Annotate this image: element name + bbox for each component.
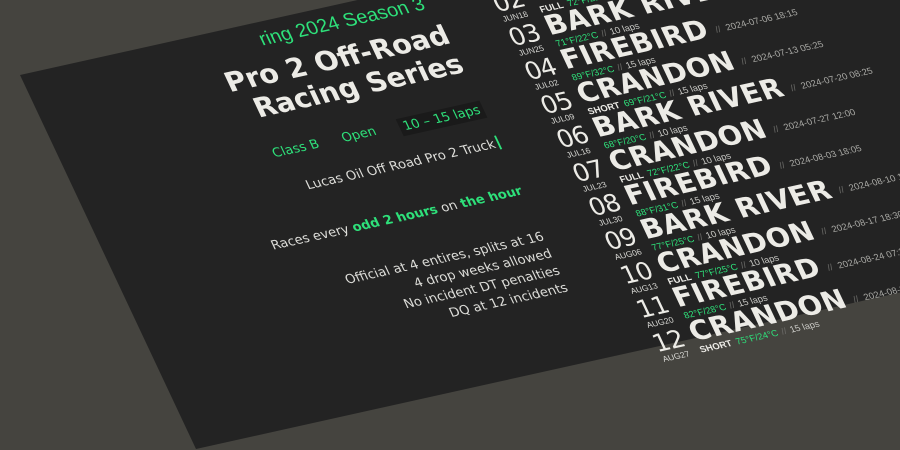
race-datetime: 2024-08-10 14:45 — [847, 168, 900, 194]
stage: ring 2024 Season 3 Pro 2 Off-Road Racing… — [0, 0, 900, 450]
separator: // — [771, 124, 782, 136]
race-start-time: //2024-08-17 18:30 — [814, 210, 900, 239]
race-datetime: 2024-08-31 13:15 — [862, 278, 900, 303]
separator: // — [825, 262, 836, 274]
race-start-time: //2024-07-06 18:15 — [708, 7, 800, 37]
race-frequency-prefix: Races every — [268, 222, 352, 254]
race-start-time: //2024-07-27 12:00 — [766, 107, 858, 137]
race-start-time: //2024-08-24 07:35 — [820, 246, 900, 275]
race-datetime: 2024-08-17 18:30 — [830, 209, 900, 235]
race-start-time: //2024-08-10 14:45 — [832, 168, 900, 197]
series-card: ring 2024 Season 3 Pro 2 Off-Road Racing… — [20, 0, 900, 449]
open-badge: Open — [338, 124, 380, 146]
separator: // — [851, 294, 862, 306]
rules-list: Official at 4 entires, splits at 16 4 dro… — [342, 228, 572, 340]
separator: // — [788, 83, 799, 94]
race-frequency-when: the hour — [457, 183, 525, 211]
race-start-time: //2024-07-20 08:25 — [784, 66, 875, 95]
race-start-time: //2024-08-31 13:15 — [846, 278, 900, 307]
race-datetime: 2024-07-06 18:15 — [724, 7, 800, 34]
class-badge: Class B — [269, 137, 322, 161]
race-datetime: 2024-07-20 08:25 — [799, 66, 875, 92]
race-frequency-mid: on — [438, 198, 461, 216]
separator: // — [777, 160, 788, 172]
separator: // — [819, 226, 830, 238]
separator: // — [779, 326, 789, 338]
race-start-time: //2024-07-13 05:25 — [734, 39, 826, 69]
laps-range-badge: 10 – 15 laps — [396, 100, 488, 137]
race-datetime: 2024-08-03 18:05 — [788, 143, 864, 170]
race-datetime: 2024-08-24 07:35 — [836, 245, 900, 272]
race-datetime: 2024-07-13 05:25 — [750, 39, 826, 65]
separator: // — [739, 56, 750, 68]
separator: // — [836, 185, 847, 196]
race-frequency-interval: odd 2 hours — [349, 202, 441, 236]
race-start-time: //2024-08-03 18:05 — [772, 143, 864, 173]
race-datetime: 2024-07-27 12:00 — [782, 107, 858, 133]
separator: // — [713, 24, 724, 36]
